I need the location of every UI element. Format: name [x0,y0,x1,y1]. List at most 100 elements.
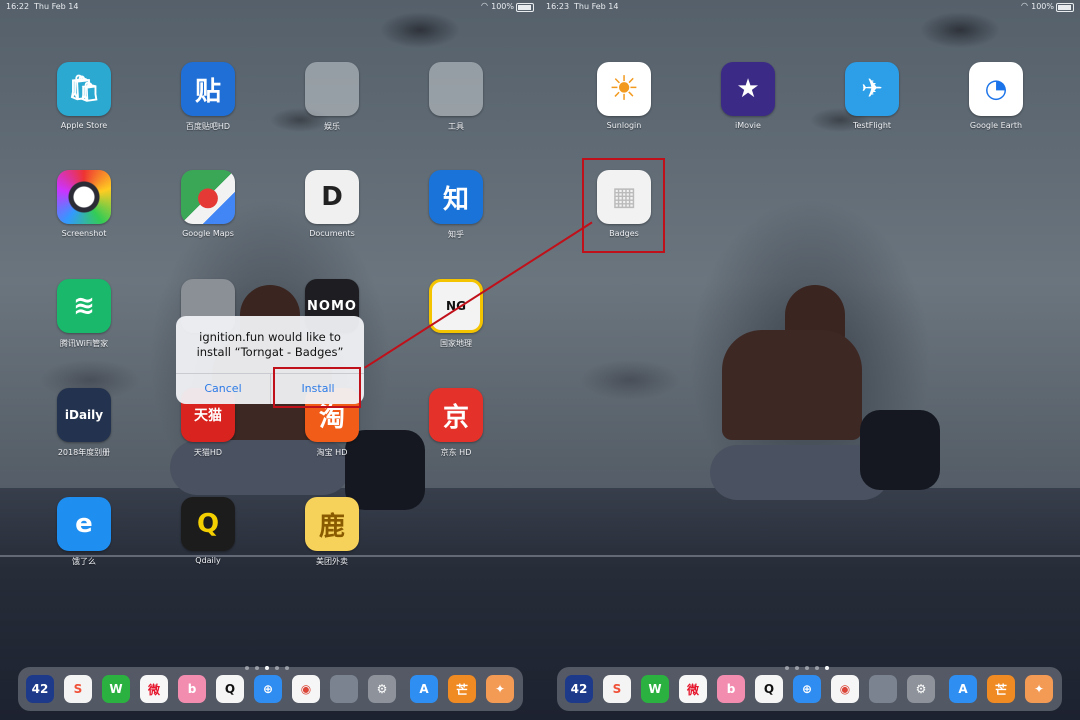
folder-icon [429,62,483,116]
app-jd[interactable]: 京 京东 HD [416,388,496,458]
sun-icon: ☀ [597,62,651,116]
apple-store-icon: 🛍 [57,62,111,116]
app-label: 京东 HD [440,448,472,457]
app-label: 饿了么 [72,557,96,566]
app-label: Sunlogin [606,121,642,130]
person-body [722,330,862,440]
app-tencent-wifi[interactable]: ≋ 腾讯WiFi管家 [44,279,124,349]
status-time: 16:23 [546,2,570,11]
app-label: 淘宝 HD [316,448,348,457]
weibo-icon[interactable]: 微 [679,675,707,703]
settings-gear-icon[interactable]: ⚙ [368,675,396,703]
safari-compass-icon[interactable]: ⊕ [254,675,282,703]
app-zhihu[interactable]: 知 知乎 [416,170,496,240]
app-label: iMovie [735,121,761,130]
app-label: 工具 [448,122,464,131]
wifi-icon: ◠ [1021,1,1028,10]
page-indicator[interactable] [245,655,305,670]
qq-penguin-icon[interactable]: Q [755,675,783,703]
app-testflight[interactable]: ✈ TestFlight [832,62,912,130]
dock-folder-icon[interactable] [869,675,897,703]
idaily-icon: iDaily [57,388,111,442]
app-label: Documents [309,229,355,238]
map-pin-icon: ● [181,170,235,224]
status-bar: 16:23 Thu Feb 14 ◠ 100% [540,0,1080,14]
safari-compass-icon[interactable]: ⊕ [793,675,821,703]
left-screenshot: 16:22 Thu Feb 14 ◠ 100% 🛍 Apple Store 贴 … [0,0,540,720]
app-label: 百度贴吧HD [185,122,231,131]
swift-icon[interactable]: S [603,675,631,703]
swift-icon[interactable]: S [64,675,92,703]
camera-lens-icon [57,170,111,224]
app-label: Apple Store [60,121,108,130]
app-imovie[interactable]: ★ iMovie [708,62,788,130]
app-store-icon[interactable]: A [410,675,438,703]
natgeo-icon: NG [429,279,483,333]
status-time: 16:22 [6,2,30,11]
app-sunlogin[interactable]: ☀ Sunlogin [584,62,664,130]
settings-gear-icon[interactable]: ⚙ [907,675,935,703]
floor-line [540,555,1080,557]
bilibili-icon[interactable]: b [178,675,206,703]
app-qdaily[interactable]: Q Qdaily [168,497,248,565]
app-label: Google Earth [969,121,1023,130]
app-label: 国家地理 [440,339,472,348]
eleme-icon: e [57,497,111,551]
jd-dog-icon: 京 [429,388,483,442]
propeller-icon: ✈ [845,62,899,116]
mango-tv-icon[interactable]: 芒 [448,675,476,703]
alert-message: ignition.fun would like to install “Torn… [176,330,364,360]
app-screenshot[interactable]: Screenshot [44,170,124,238]
app-meituan[interactable]: 鹿 美团外卖 [292,497,372,567]
app-apple-store[interactable]: 🛍 Apple Store [44,62,124,130]
app-label: Screenshot [61,229,107,238]
tieba-icon: 贴 [181,62,235,116]
shield-wifi-icon: ≋ [57,279,111,333]
battery-icon [1056,3,1074,12]
dock: 42 S W 微 b Q ⊕ ◉ ⚙ A 芒 ✦ [18,667,523,711]
backpack [860,410,940,490]
dock-folder-icon[interactable] [330,675,358,703]
folder-entertainment[interactable]: 娱乐 [292,62,372,132]
app-baidu-tieba[interactable]: 贴 百度贴吧HD [168,62,248,132]
app-google-earth[interactable]: ◔ Google Earth [956,62,1036,130]
mango-tv-icon[interactable]: 芒 [987,675,1015,703]
qq-penguin-icon[interactable]: Q [216,675,244,703]
bilibili-icon[interactable]: b [717,675,745,703]
star-icon: ★ [721,62,775,116]
app-google-maps[interactable]: ● Google Maps [168,170,248,238]
app-store-icon[interactable]: A [949,675,977,703]
alert-line-2: install “Torngat - Badges” [196,345,344,359]
page-indicator[interactable] [785,655,845,670]
wechat-icon[interactable]: W [102,675,130,703]
app-documents[interactable]: D Documents [292,170,372,238]
battery-icon [516,3,534,12]
app-eleme[interactable]: e 饿了么 [44,497,124,567]
app-label: Qdaily [195,556,221,565]
dock-app-icon[interactable]: ✦ [1025,675,1053,703]
dock-app-icon[interactable]: ✦ [486,675,514,703]
battery-percent: 100% [1031,2,1054,11]
wechat-icon[interactable]: W [641,675,669,703]
dock-icon-42[interactable]: 42 [26,675,54,703]
cancel-button[interactable]: Cancel [176,373,270,404]
alert-line-1: ignition.fun would like to [199,330,341,344]
wifi-icon: ◠ [481,1,488,10]
folder-icon [305,62,359,116]
app-label: 美团外卖 [316,557,348,566]
dock: 42 S W 微 b Q ⊕ ◉ ⚙ A 芒 ✦ [557,667,1062,711]
dock-icon-42[interactable]: 42 [565,675,593,703]
battery-percent: 100% [491,2,514,11]
install-highlight-box [273,367,361,408]
globe-icon: ◔ [969,62,1023,116]
app-label: Google Maps [182,229,234,238]
status-bar: 16:22 Thu Feb 14 ◠ 100% [0,0,540,14]
app-idaily[interactable]: iDaily 2018年度别册 [44,388,124,458]
folder-tools[interactable]: 工具 [416,62,496,132]
qdaily-icon: Q [181,497,235,551]
right-screenshot: 16:23 Thu Feb 14 ◠ 100% ☀ Sunlogin ★ iMo… [540,0,1080,720]
chrome-icon[interactable]: ◉ [292,675,320,703]
app-label: 知乎 [448,230,464,239]
chrome-icon[interactable]: ◉ [831,675,859,703]
weibo-icon[interactable]: 微 [140,675,168,703]
